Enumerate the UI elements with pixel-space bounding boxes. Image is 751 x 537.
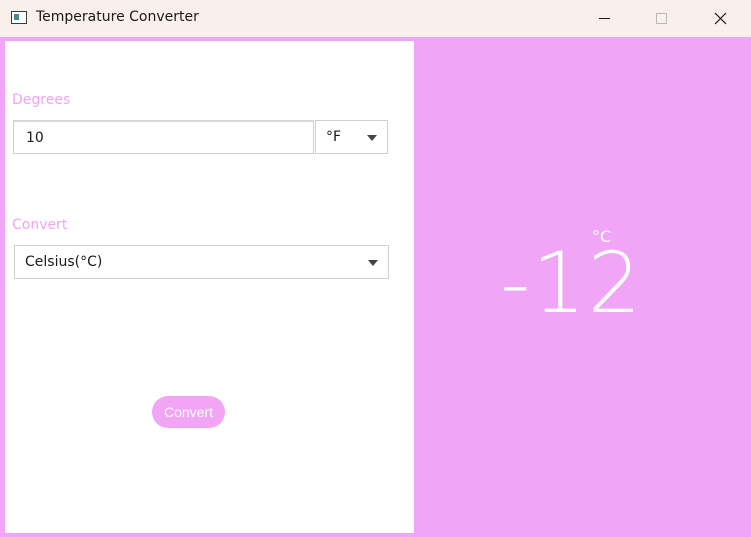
chevron-down-icon xyxy=(368,260,378,266)
minimize-icon xyxy=(598,18,610,19)
convert-selected-value: Celsius(°C) xyxy=(25,254,103,270)
chevron-down-icon xyxy=(367,135,377,141)
app-window-icon xyxy=(11,11,27,24)
close-icon xyxy=(714,12,726,25)
degrees-label: Degrees xyxy=(12,92,71,108)
maximize-button[interactable] xyxy=(638,0,684,37)
degrees-input[interactable]: 10 xyxy=(13,120,314,154)
convert-label: Convert xyxy=(12,217,68,233)
maximize-icon xyxy=(655,13,667,24)
title-bar: Temperature Converter xyxy=(0,0,751,37)
result-value: -12 xyxy=(500,234,644,332)
minimize-button[interactable] xyxy=(581,0,627,37)
convert-button[interactable]: Convert xyxy=(152,396,225,428)
unit-selected-value: °F xyxy=(326,129,342,145)
result-panel: °C -12 xyxy=(414,37,751,537)
convert-to-select[interactable]: Celsius(°C) xyxy=(14,245,389,279)
input-panel: Degrees 10 °F Convert Celsius(°C) Conver… xyxy=(5,41,414,533)
unit-select[interactable]: °F xyxy=(315,120,388,154)
window-title: Temperature Converter xyxy=(36,9,199,25)
close-button[interactable] xyxy=(697,0,743,37)
degrees-value: 10 xyxy=(26,129,44,146)
